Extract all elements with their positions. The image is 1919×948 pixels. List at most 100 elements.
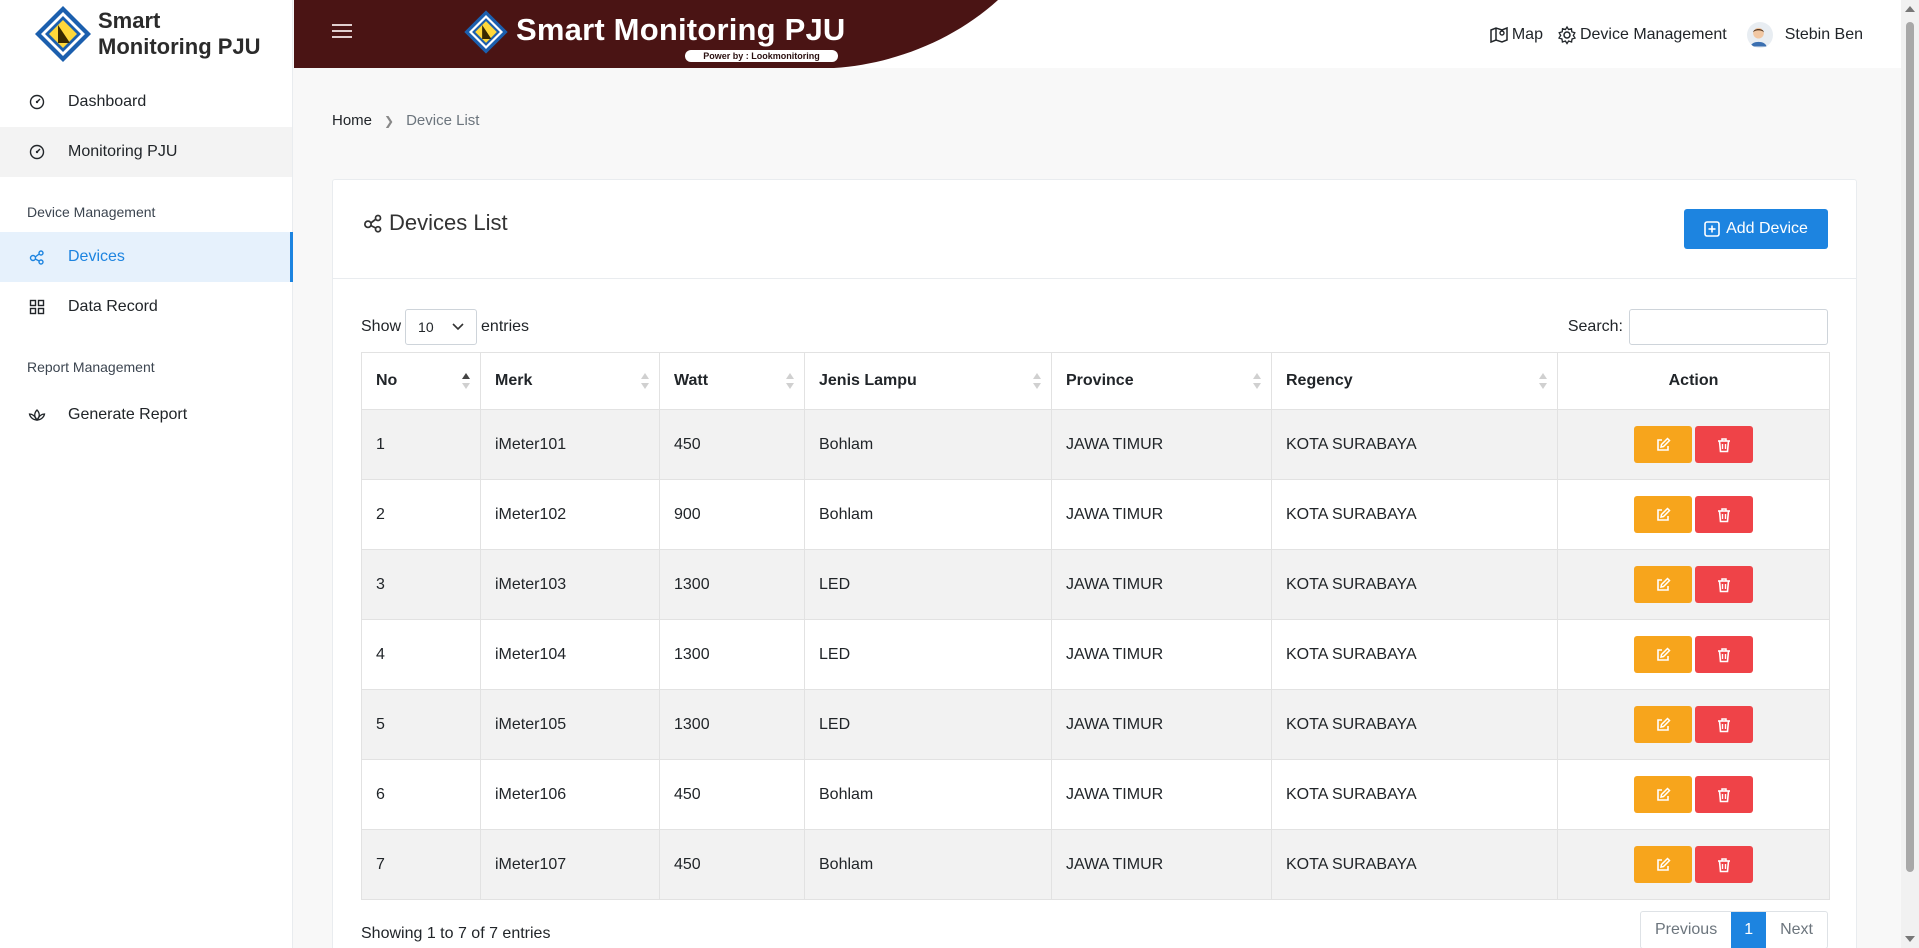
column-header-action: Action [1557, 352, 1830, 410]
cell-no: 2 [361, 479, 481, 550]
hamburger-menu-icon[interactable] [332, 24, 352, 40]
gear-icon [1557, 25, 1576, 45]
cell-merk: iMeter103 [480, 549, 660, 620]
cell-jenis-lampu: LED [804, 619, 1052, 690]
cell-no: 7 [361, 829, 481, 900]
cell-merk: iMeter107 [480, 829, 660, 900]
sort-icon [641, 373, 649, 389]
sort-icon [1033, 373, 1041, 389]
next-page-button[interactable]: Next [1766, 912, 1827, 948]
sidebar-item-generate-report[interactable]: Generate Report [0, 390, 292, 440]
delete-button[interactable] [1695, 846, 1753, 883]
cell-action [1557, 619, 1830, 690]
pagination: Previous 1 Next [1639, 911, 1828, 948]
table-controls: Show 10 entries Search: [361, 309, 1828, 345]
user-menu[interactable]: Stebin Ben [1746, 22, 1863, 48]
delete-button[interactable] [1695, 426, 1753, 463]
scroll-down-icon[interactable] [1905, 936, 1915, 942]
column-header-no[interactable]: No [361, 352, 481, 410]
trash-icon [1718, 717, 1730, 732]
sidebar-item-label: Dashboard [68, 93, 147, 110]
edit-button[interactable] [1634, 426, 1692, 463]
entries-value: 10 [418, 319, 434, 335]
column-header-jenis-lampu[interactable]: Jenis Lampu [804, 352, 1052, 410]
column-header-province[interactable]: Province [1051, 352, 1272, 410]
chevron-right-icon: ❯ [384, 113, 395, 128]
page-1-button[interactable]: 1 [1731, 912, 1767, 948]
edit-button[interactable] [1634, 566, 1692, 603]
sidebar: Smart Monitoring PJU Dashboard Monitorin… [0, 0, 293, 948]
brand[interactable]: Smart Monitoring PJU [0, 0, 292, 68]
edit-icon [1657, 646, 1671, 661]
sidebar-item-dashboard[interactable]: Dashboard [0, 77, 292, 127]
edit-button[interactable] [1634, 636, 1692, 673]
cell-province: JAWA TIMUR [1051, 549, 1272, 620]
trash-icon [1718, 857, 1730, 872]
sidebar-item-data-record[interactable]: Data Record [0, 282, 292, 332]
delete-button[interactable] [1695, 566, 1753, 603]
entries-label: entries [481, 318, 530, 335]
cell-jenis-lampu: LED [804, 549, 1052, 620]
devices-table: No Merk Watt Jenis Lampu Province Regenc… [361, 352, 1830, 900]
power-badge: Power by : Lookmonitoring [685, 50, 838, 62]
edit-icon [1657, 856, 1671, 871]
cell-watt: 450 [659, 409, 805, 480]
cell-watt: 900 [659, 479, 805, 550]
cell-action [1557, 549, 1830, 620]
previous-page-button[interactable]: Previous [1641, 912, 1731, 948]
cell-action [1557, 759, 1830, 830]
delete-button[interactable] [1695, 636, 1753, 673]
delete-button[interactable] [1695, 776, 1753, 813]
cell-province: JAWA TIMUR [1051, 409, 1272, 480]
cell-no: 4 [361, 619, 481, 690]
device-management-link[interactable]: Device Management [1557, 25, 1727, 45]
cell-no: 1 [361, 409, 481, 480]
cell-province: JAWA TIMUR [1051, 619, 1272, 690]
cell-watt: 450 [659, 759, 805, 830]
sort-icon [1539, 373, 1547, 389]
table-row: 5 iMeter105 1300 LED JAWA TIMUR KOTA SUR… [361, 689, 1830, 760]
scroll-thumb[interactable] [1906, 22, 1914, 872]
add-device-button[interactable]: Add Device [1684, 209, 1828, 249]
sidebar-item-devices[interactable]: Devices [0, 232, 293, 282]
scroll-up-icon[interactable] [1905, 6, 1915, 12]
cell-regency: KOTA SURABAYA [1271, 619, 1558, 690]
trash-icon [1718, 437, 1730, 452]
search-label: Search: [1567, 318, 1623, 335]
top-header: Smart Monitoring PJU Power by : Lookmoni… [294, 0, 1919, 68]
edit-button[interactable] [1634, 706, 1692, 743]
cell-no: 5 [361, 689, 481, 760]
edit-button[interactable] [1634, 776, 1692, 813]
delete-button[interactable] [1695, 496, 1753, 533]
edit-icon [1657, 716, 1671, 731]
cell-jenis-lampu: Bohlam [804, 829, 1052, 900]
edit-button[interactable] [1634, 496, 1692, 533]
devices-card: Devices List Add Device Show 10 entries … [332, 179, 1857, 948]
column-header-watt[interactable]: Watt [659, 352, 805, 410]
page-scrollbar[interactable] [1901, 0, 1919, 948]
sidebar-item-monitoring-pju[interactable]: Monitoring PJU [0, 127, 292, 177]
cell-merk: iMeter104 [480, 619, 660, 690]
cell-watt: 1300 [659, 689, 805, 760]
table-row: 7 iMeter107 450 Bohlam JAWA TIMUR KOTA S… [361, 829, 1830, 900]
column-header-merk[interactable]: Merk [480, 352, 660, 410]
sidebar-item-label: Devices [68, 248, 125, 265]
table-row: 2 iMeter102 900 Bohlam JAWA TIMUR KOTA S… [361, 479, 1830, 550]
column-header-regency[interactable]: Regency [1271, 352, 1558, 410]
gauge-icon [28, 143, 46, 161]
trash-icon [1718, 507, 1730, 522]
trash-icon [1718, 787, 1730, 802]
entries-control: Show 10 entries [361, 309, 529, 345]
delete-button[interactable] [1695, 706, 1753, 743]
map-icon [1490, 26, 1508, 44]
edit-button[interactable] [1634, 846, 1692, 883]
nodes-icon [28, 248, 46, 266]
add-device-label: Add Device [1726, 220, 1808, 237]
breadcrumb-home[interactable]: Home [332, 112, 372, 129]
edit-icon [1657, 576, 1671, 591]
search-input[interactable] [1629, 309, 1828, 345]
entries-select[interactable]: 10 [405, 309, 478, 345]
map-link[interactable]: Map [1489, 25, 1543, 45]
cell-merk: iMeter105 [480, 689, 660, 760]
map-link-label: Map [1511, 26, 1543, 43]
